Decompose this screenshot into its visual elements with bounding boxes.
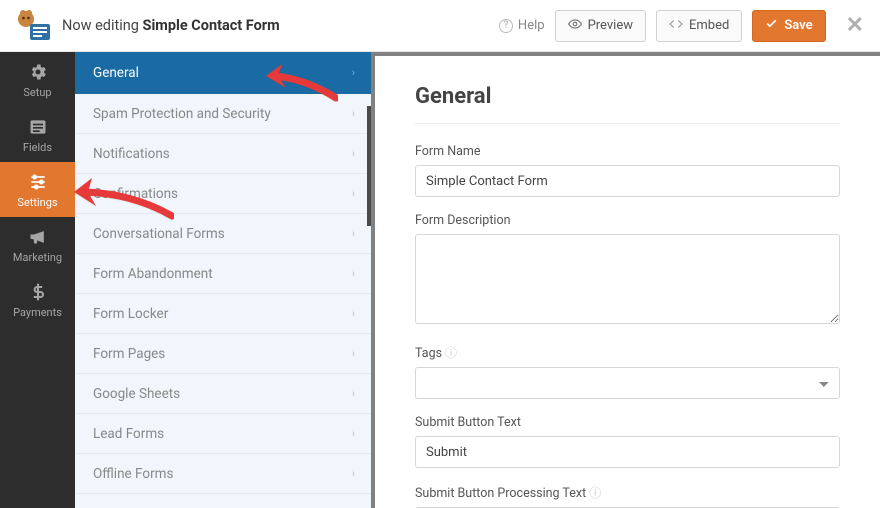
- settings-item-form-pages[interactable]: Form Pages ›: [75, 334, 371, 374]
- field-form-name: Form Name: [415, 144, 840, 197]
- sidebar-item-settings[interactable]: Settings: [0, 162, 75, 217]
- help-label: Help: [518, 18, 545, 33]
- settings-item-label: Google Sheets: [93, 386, 180, 402]
- save-label: Save: [784, 18, 812, 33]
- settings-item-label: Form Pages: [93, 346, 165, 362]
- divider: [415, 123, 840, 124]
- close-button[interactable]: ✕: [836, 13, 866, 38]
- editing-title: Now editing Simple Contact Form: [62, 17, 280, 34]
- gear-icon: [28, 62, 48, 82]
- settings-item-google-sheets[interactable]: Google Sheets ›: [75, 374, 371, 414]
- settings-item-label: Lead Forms: [93, 426, 164, 442]
- sidebar-item-setup[interactable]: Setup: [0, 52, 75, 107]
- settings-item-label: General: [93, 65, 139, 81]
- settings-item-general[interactable]: General ›: [75, 52, 371, 94]
- field-submit-button-text: Submit Button Text: [415, 415, 840, 468]
- check-icon: [765, 17, 778, 34]
- close-icon: ✕: [846, 13, 864, 38]
- embed-label: Embed: [689, 18, 729, 33]
- submit-btn-input[interactable]: [415, 436, 840, 468]
- sidebar-item-payments[interactable]: Payments: [0, 272, 75, 327]
- settings-item-label: Confirmations: [93, 186, 178, 202]
- settings-item-conversational[interactable]: Conversational Forms ›: [75, 214, 371, 254]
- submit-proc-label: Submit Button Processing Textⓘ: [415, 484, 840, 501]
- page-title: General: [415, 84, 840, 109]
- settings-item-label: Offline Forms: [93, 466, 173, 482]
- sidebar-item-label: Setup: [23, 86, 51, 99]
- settings-item-lead-forms[interactable]: Lead Forms ›: [75, 414, 371, 454]
- main-panel: General Form Name Form Description Tagsⓘ…: [375, 52, 880, 508]
- submit-btn-label: Submit Button Text: [415, 415, 840, 430]
- sidebar-item-label: Marketing: [13, 251, 62, 264]
- chevron-right-icon: ›: [352, 267, 355, 280]
- topbar: Now editing Simple Contact Form ? Help P…: [0, 0, 880, 52]
- settings-item-label: Notifications: [93, 146, 170, 162]
- preview-button[interactable]: Preview: [555, 10, 646, 42]
- tags-select[interactable]: [415, 367, 840, 399]
- eye-icon: [568, 17, 582, 35]
- settings-item-confirmations[interactable]: Confirmations ›: [75, 174, 371, 214]
- editing-form-name: Simple Contact Form: [143, 17, 280, 34]
- chevron-right-icon: ›: [352, 147, 355, 160]
- field-form-description: Form Description: [415, 213, 840, 328]
- settings-item-label: Form Locker: [93, 306, 168, 322]
- settings-item-offline-forms[interactable]: Offline Forms ›: [75, 454, 371, 494]
- preview-label: Preview: [588, 18, 633, 33]
- help-link[interactable]: ? Help: [499, 18, 545, 33]
- form-desc-label: Form Description: [415, 213, 840, 228]
- editing-prefix: Now editing: [62, 17, 143, 34]
- sidebar-item-marketing[interactable]: Marketing: [0, 217, 75, 272]
- dollar-icon: [28, 282, 48, 302]
- embed-button[interactable]: Embed: [656, 10, 742, 42]
- chevron-right-icon: ›: [352, 427, 355, 440]
- form-icon: [28, 117, 48, 137]
- code-icon: [669, 17, 683, 35]
- sidebar-item-label: Settings: [17, 196, 57, 209]
- form-desc-textarea[interactable]: [415, 234, 840, 324]
- settings-item-form-locker[interactable]: Form Locker ›: [75, 294, 371, 334]
- settings-item-abandonment[interactable]: Form Abandonment ›: [75, 254, 371, 294]
- help-icon: ?: [499, 19, 513, 33]
- settings-item-label: Form Abandonment: [93, 266, 213, 282]
- wpforms-logo: [12, 8, 52, 44]
- chevron-right-icon: ›: [352, 66, 355, 79]
- settings-item-label: Spam Protection and Security: [93, 106, 271, 122]
- body: Setup Fields Settings Marketing Payments: [0, 52, 880, 508]
- chevron-right-icon: ›: [352, 187, 355, 200]
- chevron-right-icon: ›: [352, 107, 355, 120]
- field-tags: Tagsⓘ: [415, 344, 840, 399]
- help-icon: ⓘ: [589, 484, 601, 501]
- form-name-input[interactable]: [415, 165, 840, 197]
- sidebar-item-label: Payments: [13, 306, 62, 319]
- chevron-right-icon: ›: [352, 227, 355, 240]
- chevron-right-icon: ›: [352, 467, 355, 480]
- settings-item-spam[interactable]: Spam Protection and Security ›: [75, 94, 371, 134]
- settings-item-notifications[interactable]: Notifications ›: [75, 134, 371, 174]
- sliders-icon: [28, 172, 48, 192]
- bullhorn-icon: [28, 227, 48, 247]
- tags-label: Tagsⓘ: [415, 344, 840, 361]
- field-submit-processing-text: Submit Button Processing Textⓘ: [415, 484, 840, 508]
- form-name-label: Form Name: [415, 144, 840, 159]
- chevron-right-icon: ›: [352, 307, 355, 320]
- sidebar-item-fields[interactable]: Fields: [0, 107, 75, 162]
- chevron-right-icon: ›: [352, 347, 355, 360]
- save-button[interactable]: Save: [752, 10, 825, 42]
- settings-panel-list: General › Spam Protection and Security ›…: [75, 52, 375, 508]
- chevron-right-icon: ›: [352, 387, 355, 400]
- sidebar-item-label: Fields: [23, 141, 52, 154]
- help-icon: ⓘ: [445, 344, 457, 361]
- settings-item-label: Conversational Forms: [93, 226, 225, 242]
- sidebar: Setup Fields Settings Marketing Payments: [0, 52, 75, 508]
